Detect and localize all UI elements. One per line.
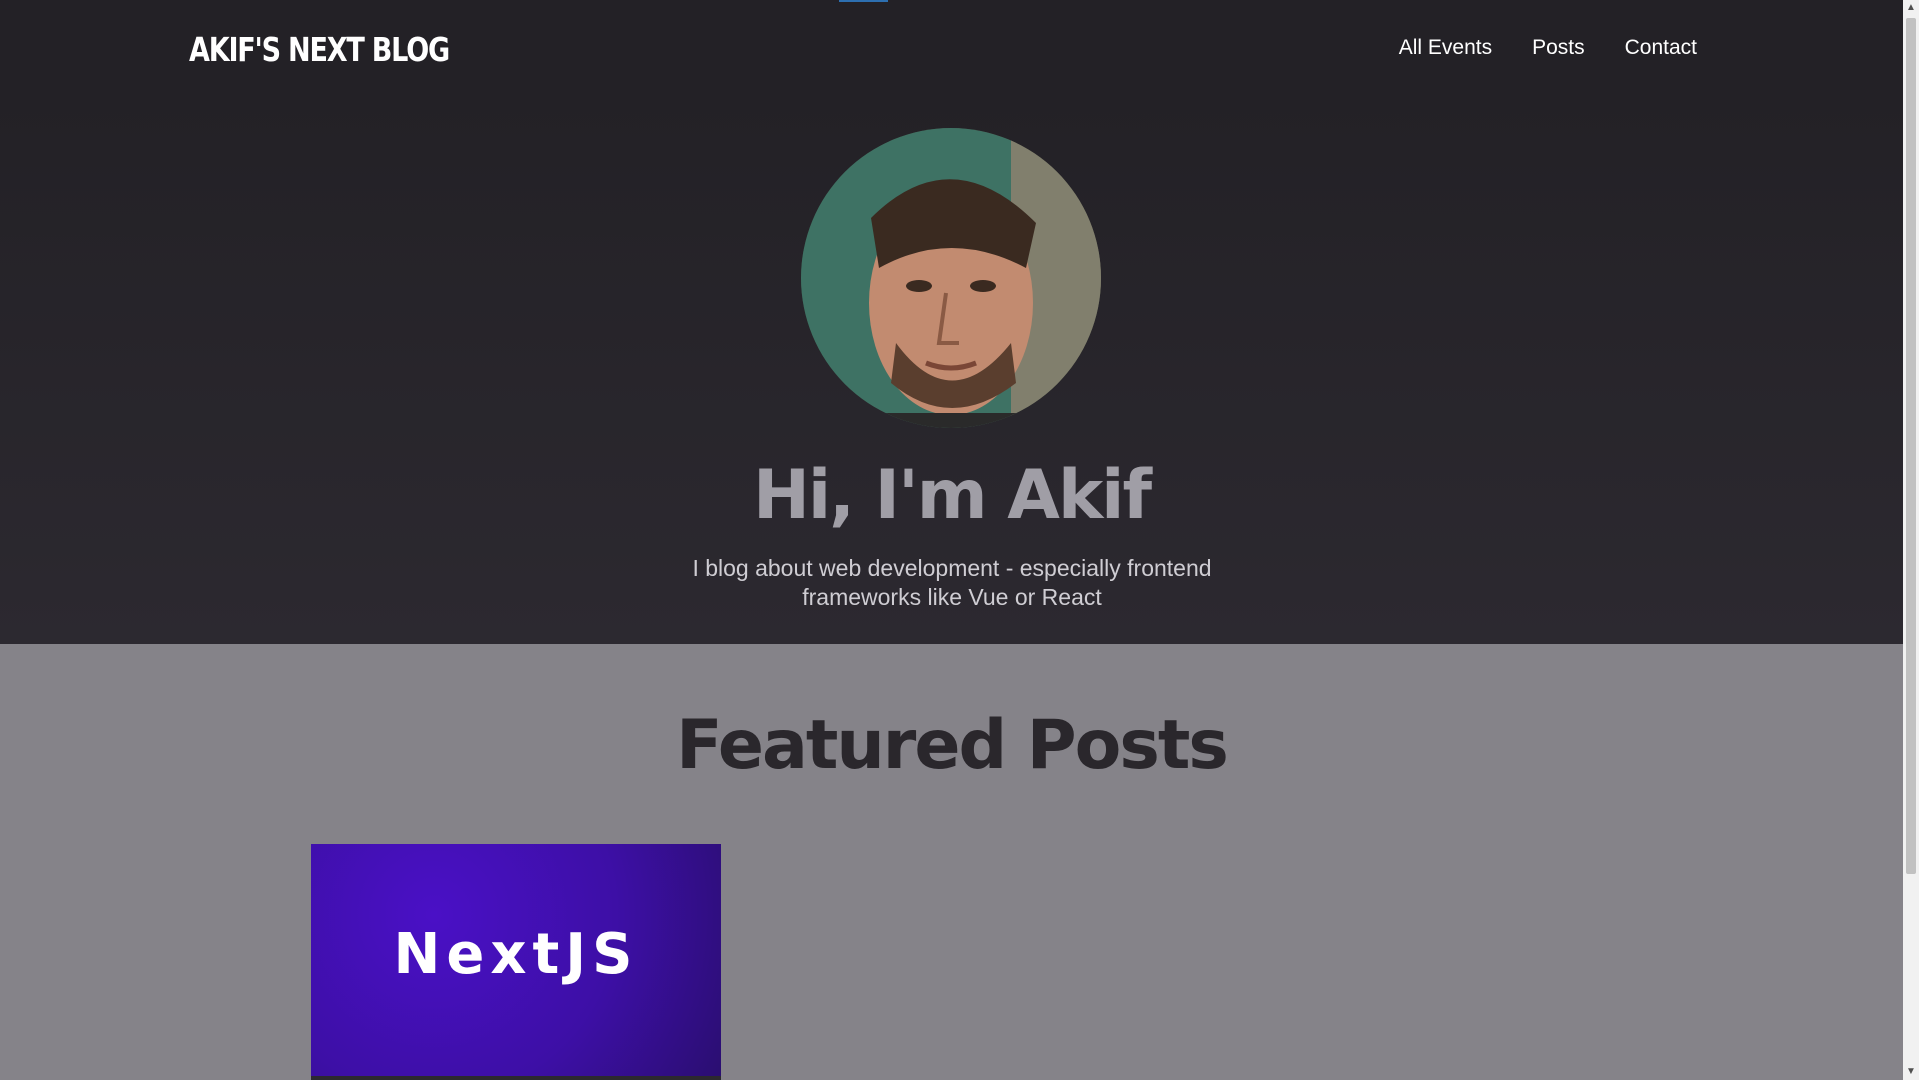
chevron-down-icon[interactable]: ▼ (1903, 1064, 1919, 1080)
featured-posts-title: Featured Posts (676, 706, 1229, 785)
avatar-portrait (801, 128, 1101, 428)
nav-all-events[interactable]: All Events (1399, 36, 1492, 60)
card-divider (311, 1076, 721, 1080)
hero-description: I blog about web development - especiall… (692, 555, 1212, 610)
hero-title: Hi, I'm Akif (752, 456, 1152, 535)
nav-contact[interactable]: Contact (1625, 36, 1697, 60)
page: AKIF'S NEXT BLOG All Events Posts Contac… (0, 0, 1903, 1080)
avatar (801, 128, 1101, 428)
nav-posts[interactable]: Posts (1532, 36, 1585, 60)
chevron-up-icon[interactable]: ▲ (1903, 0, 1919, 16)
main-nav: All Events Posts Contact (1399, 36, 1697, 60)
site-logo[interactable]: AKIF'S NEXT BLOG (189, 30, 450, 69)
featured-post-card[interactable]: NextJS (311, 844, 721, 1080)
site-header: AKIF'S NEXT BLOG All Events Posts Contac… (0, 0, 1903, 96)
post-thumbnail-text: NextJS (393, 922, 639, 987)
scrollbar-thumb[interactable] (1906, 18, 1916, 874)
hero-section: Hi, I'm Akif I blog about web developmen… (0, 96, 1903, 644)
active-indicator (839, 0, 888, 2)
vertical-scrollbar[interactable]: ▲ ▼ (1903, 0, 1919, 1080)
